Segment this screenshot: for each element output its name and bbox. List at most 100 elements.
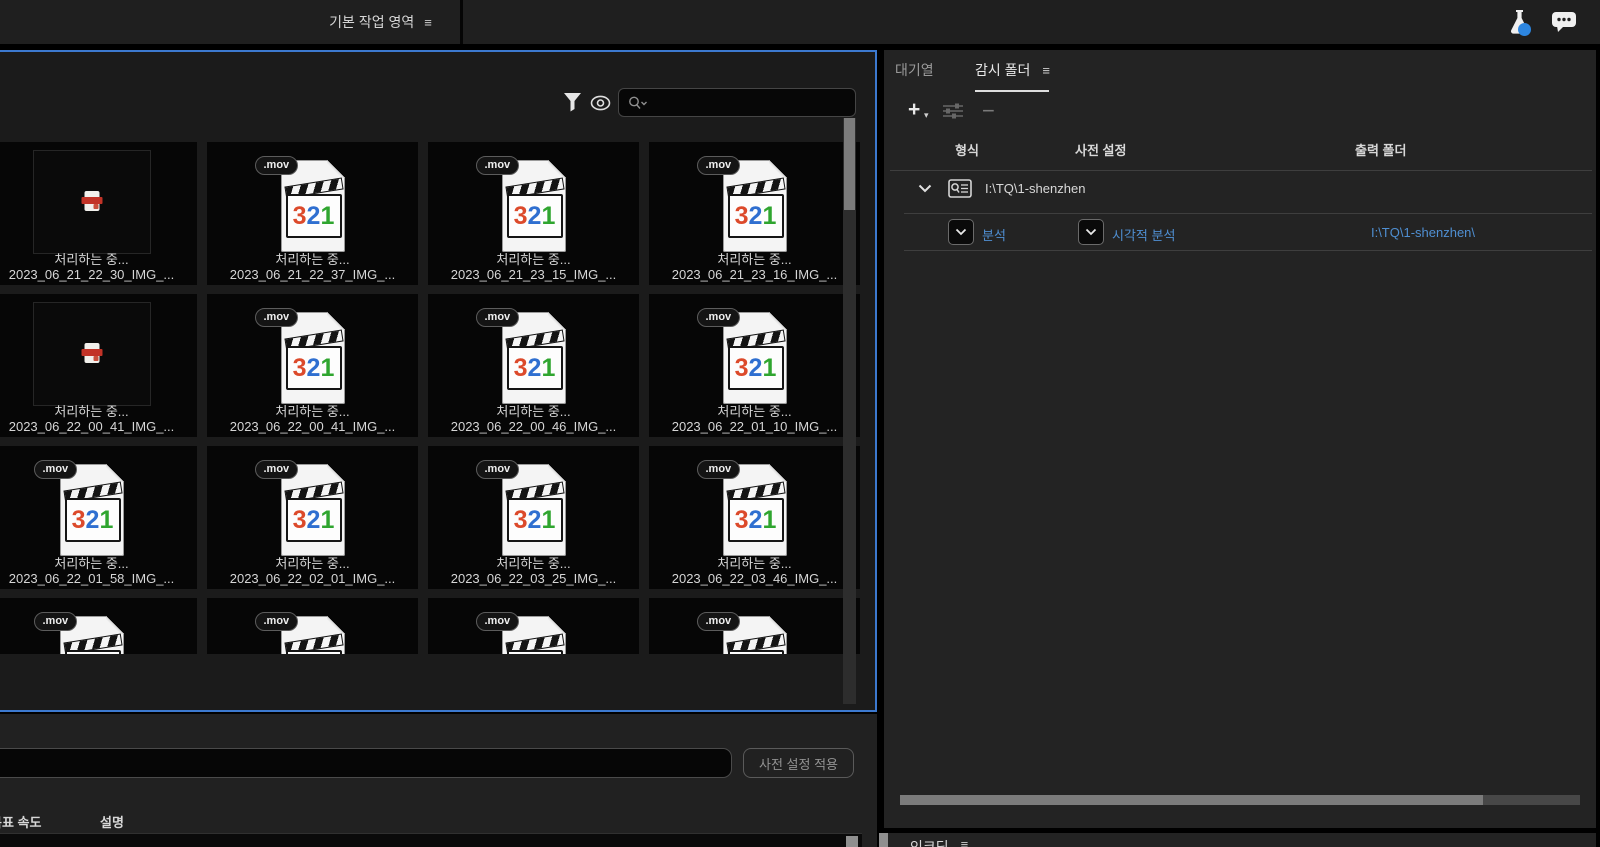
apply-preset-button[interactable]: 사전 설정 적용 [743,748,854,778]
mov-file-icon: 321 .mov [474,460,594,570]
item-filename: 2023_06_22_01_10_IMG_... [671,419,838,434]
mov-extension-badge: .mov [475,612,520,631]
mov-extension-badge: .mov [696,156,741,175]
panel-menu-icon[interactable]: ≡ [424,15,432,30]
filter-icon[interactable] [564,93,581,112]
media-item[interactable]: 321 .mov 처리하는 중... 2023_06_22_00_46_IMG_… [428,294,639,437]
mov-extension-badge: .mov [33,460,78,479]
eye-icon[interactable] [590,95,611,111]
mov-file-icon: 321 .mov [253,156,373,266]
item-filename: 2023_06_22_02_01_IMG_... [229,571,396,586]
column-output-folder[interactable]: 출력 폴더 [1355,140,1406,159]
mov-extension-badge: .mov [254,460,299,479]
tab-watch-folders[interactable]: 감시 폴더 ≡ [975,56,1050,92]
scrollbar-thumb[interactable] [844,118,855,210]
watch-folder-output-row[interactable]: 분석 시각적 분석 I:\TQ\1-shenzhen\ [884,216,1596,248]
format-value[interactable]: 분석 [982,225,1006,244]
mov-file-icon: 321 .mov [253,460,373,570]
mov-extension-badge: .mov [254,308,299,327]
generic-file-icon [81,343,102,363]
tab-queue[interactable]: 대기열 [895,56,934,84]
panel-menu-icon[interactable]: ≡ [1042,63,1050,78]
preset-value[interactable]: 시각적 분석 [1112,225,1175,244]
watch-folder-row[interactable]: I:\TQ\1-shenzhen [884,176,1596,210]
item-filename: 2023_06_22_03_25_IMG_... [450,571,617,586]
tab-watch-folders-label: 감시 폴더 [975,62,1031,78]
mov-file-icon: 321 .mov [474,156,594,266]
preset-search-input[interactable] [0,748,732,778]
column-target-rate[interactable]: 목표 속도 [0,812,41,831]
column-comment[interactable]: 설명 [100,812,124,831]
item-filename: 2023_06_22_00_46_IMG_... [450,419,617,434]
mov-file-icon: 321 .mov [474,612,594,654]
media-item[interactable]: 321 .mov 처리하는 중... 2023_06_22_03_25_IMG_… [428,446,639,589]
scrollbar-thumb[interactable] [900,795,1483,805]
processing-thumbnail [32,302,151,406]
media-item[interactable]: 321 .mov 처리하는 중... 2023_06_22_01_10_IMG_… [649,294,860,437]
chat-feedback-icon[interactable] [1550,10,1578,34]
item-status-text: 처리하는 중... [54,252,129,267]
media-item[interactable]: 처리하는 중... 2023_06_22_00_41_IMG_... [0,294,197,437]
panel-menu-icon[interactable]: ≡ [961,837,969,847]
media-item[interactable]: 처리하는 중... 2023_06_21_22_30_IMG_... [0,142,197,285]
search-input[interactable] [649,95,839,110]
media-item[interactable]: 321 .mov 처리하는 중... 2023_06_21_23_15_IMG_… [428,142,639,285]
beaker-notification-icon[interactable] [1504,7,1534,37]
item-filename: 2023_06_21_22_37_IMG_... [229,267,396,282]
watch-folder-path: I:\TQ\1-shenzhen [985,181,1086,196]
item-status-text: 처리하는 중... [275,404,350,419]
media-item[interactable]: 321 .mov 처리하는 중... 2023_06_22_00_41_IMG_… [207,294,418,437]
item-status-text: 처리하는 중... [717,556,792,571]
mov-file-icon: 321 .mov [695,156,815,266]
output-folder-value[interactable]: I:\TQ\1-shenzhen\ [1323,225,1523,240]
mov-file-icon: 321 .mov [474,308,594,418]
chevron-down-icon[interactable] [918,184,932,193]
media-item[interactable]: 321 .mov 처리하는 중... 2023_06_21_22_37_IMG_… [207,142,418,285]
separator [904,213,1592,214]
preset-dropdown-button[interactable] [1078,219,1104,245]
media-item[interactable]: 321 .mov 처리하는 중... 2023_06_22_03_46_IMG_… [649,446,860,589]
media-item[interactable]: 321 .mov [649,598,860,654]
format-dropdown-button[interactable] [948,219,974,245]
workspace-tab[interactable]: 기본 작업 영역 ≡ [290,0,470,44]
media-grid-scrollbar[interactable] [843,118,856,704]
mov-extension-badge: .mov [696,612,741,631]
search-icon [627,95,649,111]
item-status-text: 처리하는 중... [54,556,129,571]
mov-extension-badge: .mov [254,156,299,175]
app-window: 기본 작업 영역 ≡ 처리하는 중... 2023_06_21_22_30_IM… [0,0,1600,847]
mov-extension-badge: .mov [475,308,520,327]
watch-folders-toolbar: + ▾ − [884,96,1596,126]
mov-extension-badge: .mov [696,308,741,327]
item-status-text: 처리하는 중... [496,404,571,419]
media-item[interactable]: 321 .mov 처리하는 중... 2023_06_21_23_16_IMG_… [649,142,860,285]
item-filename: 2023_06_22_03_46_IMG_... [671,571,838,586]
remove-watch-folder-button[interactable]: − [982,98,995,124]
item-filename: 2023_06_22_00_41_IMG_... [229,419,396,434]
media-item[interactable]: 321 .mov 처리하는 중... 2023_06_22_02_01_IMG_… [207,446,418,589]
column-preset[interactable]: 사전 설정 [1075,140,1126,159]
add-watch-folder-button[interactable]: + [908,98,920,122]
item-status-text: 처리하는 중... [54,404,129,419]
mov-extension-badge: .mov [475,156,520,175]
watch-folders-panel: 대기열 감시 폴더 ≡ + ▾ − 형식 사전 설정 출력 폴더 I:\TQ\1… [884,50,1596,828]
add-dropdown-caret-icon[interactable]: ▾ [924,110,929,121]
media-browser-panel: 처리하는 중... 2023_06_21_22_30_IMG_... 321 .… [0,50,877,712]
watch-folder-icon [948,179,972,198]
item-filename: 2023_06_21_23_16_IMG_... [671,267,838,282]
encoding-panel: 인코딩 ≡ [884,833,1596,847]
horizontal-scrollbar[interactable] [900,795,1580,805]
item-status-text: 처리하는 중... [275,556,350,571]
preset-list-scrollbar-thumb[interactable] [846,836,858,847]
mov-extension-badge: .mov [33,612,78,631]
media-item[interactable]: 321 .mov 처리하는 중... 2023_06_22_01_58_IMG_… [0,446,197,589]
media-item[interactable]: 321 .mov [428,598,639,654]
column-format[interactable]: 형식 [955,140,979,159]
separator [904,250,1592,251]
settings-sliders-icon[interactable] [942,102,964,120]
preset-list-area [0,833,862,847]
media-item[interactable]: 321 .mov [0,598,197,654]
media-grid: 처리하는 중... 2023_06_21_22_30_IMG_... 321 .… [0,142,866,654]
media-item[interactable]: 321 .mov [207,598,418,654]
top-bar: 기본 작업 영역 ≡ [0,0,1600,44]
